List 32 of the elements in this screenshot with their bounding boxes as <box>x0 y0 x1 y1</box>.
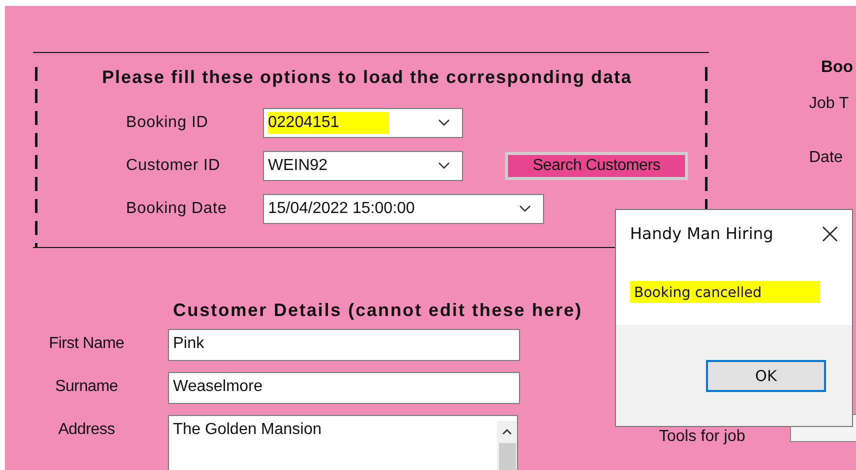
field-label: Address <box>57 420 116 439</box>
dropdown-field[interactable]: 02204151 <box>263 108 463 138</box>
date-picker[interactable]: 15/04/2022 15:00:00 <box>263 194 544 224</box>
field-value: WEIN92 <box>268 156 328 176</box>
scrollbar[interactable] <box>497 421 517 470</box>
chevron-down-icon[interactable] <box>438 119 450 127</box>
field-label: Surname <box>54 377 119 396</box>
section-heading: Boo <box>821 58 854 77</box>
panel-heading: Please fill these options to load the corresponding data <box>100 67 634 88</box>
chevron-down-icon[interactable] <box>438 162 450 170</box>
ok-button[interactable]: OK <box>706 360 826 392</box>
chevron-down-icon[interactable] <box>519 205 531 213</box>
dialog-message: Booking cancelled <box>630 281 820 303</box>
field-label: Booking Date <box>126 200 228 218</box>
dropdown-field[interactable]: WEIN92 <box>263 151 463 181</box>
dialog-title: Handy Man Hiring <box>630 224 774 243</box>
chevron-up-icon[interactable] <box>502 429 512 435</box>
field-label: Tools for job <box>659 428 746 446</box>
field-value: 02204151 <box>268 112 390 134</box>
address-field[interactable]: The Golden Mansion <box>168 415 518 470</box>
field-label: Customer ID <box>126 157 222 175</box>
field-value: The Golden Mansion <box>173 421 322 440</box>
text-field[interactable]: Pink <box>168 329 520 361</box>
section-heading: Customer Details (cannot edit these here) <box>173 300 584 321</box>
field-label: Booking ID <box>126 114 210 132</box>
field-label: Date <box>809 149 844 167</box>
text-field[interactable]: Weaselmore <box>168 372 520 404</box>
close-icon[interactable] <box>822 226 838 242</box>
field-value: 15/04/2022 15:00:00 <box>268 199 415 219</box>
search-customers-button[interactable]: Search Customers <box>505 152 688 180</box>
field-label: First Name <box>48 334 126 353</box>
field-label: Job T <box>809 95 850 113</box>
